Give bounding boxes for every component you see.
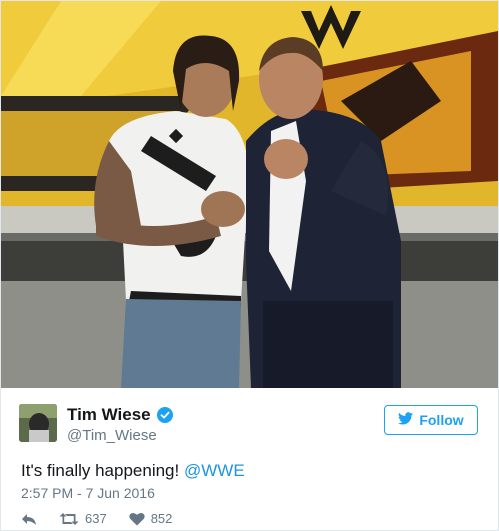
user-name[interactable]: Tim Wiese <box>67 405 151 425</box>
twitter-bird-icon <box>398 412 414 428</box>
tweet-photo[interactable] <box>1 1 498 388</box>
heart-icon <box>129 512 145 526</box>
user-name-row[interactable]: Tim Wiese <box>67 405 173 425</box>
tweet-text-body: It's finally happening! <box>21 461 184 480</box>
follow-label: Follow <box>419 412 464 428</box>
photo-illustration <box>1 1 498 388</box>
reply-icon <box>21 512 37 526</box>
user-handle[interactable]: @Tim_Wiese <box>67 427 157 444</box>
tweet-card: Tim Wiese @Tim_Wiese Follow It's finally… <box>0 0 499 531</box>
mention-link[interactable]: @WWE <box>184 461 245 480</box>
like-count: 852 <box>150 511 173 526</box>
avatar-image <box>19 404 57 442</box>
tweet-actions: 637 852 <box>21 511 194 526</box>
retweet-count: 637 <box>85 511 107 526</box>
tweet-text: It's finally happening! @WWE <box>21 461 245 481</box>
avatar[interactable] <box>19 404 57 442</box>
retweet-icon <box>59 512 79 526</box>
tweet-timestamp[interactable]: 2:57 PM - 7 Jun 2016 <box>21 485 155 501</box>
follow-button[interactable]: Follow <box>384 405 478 435</box>
verified-badge-icon <box>156 407 173 423</box>
retweet-button[interactable]: 637 <box>59 511 107 526</box>
reply-button[interactable] <box>21 512 37 526</box>
like-button[interactable]: 852 <box>129 511 173 526</box>
